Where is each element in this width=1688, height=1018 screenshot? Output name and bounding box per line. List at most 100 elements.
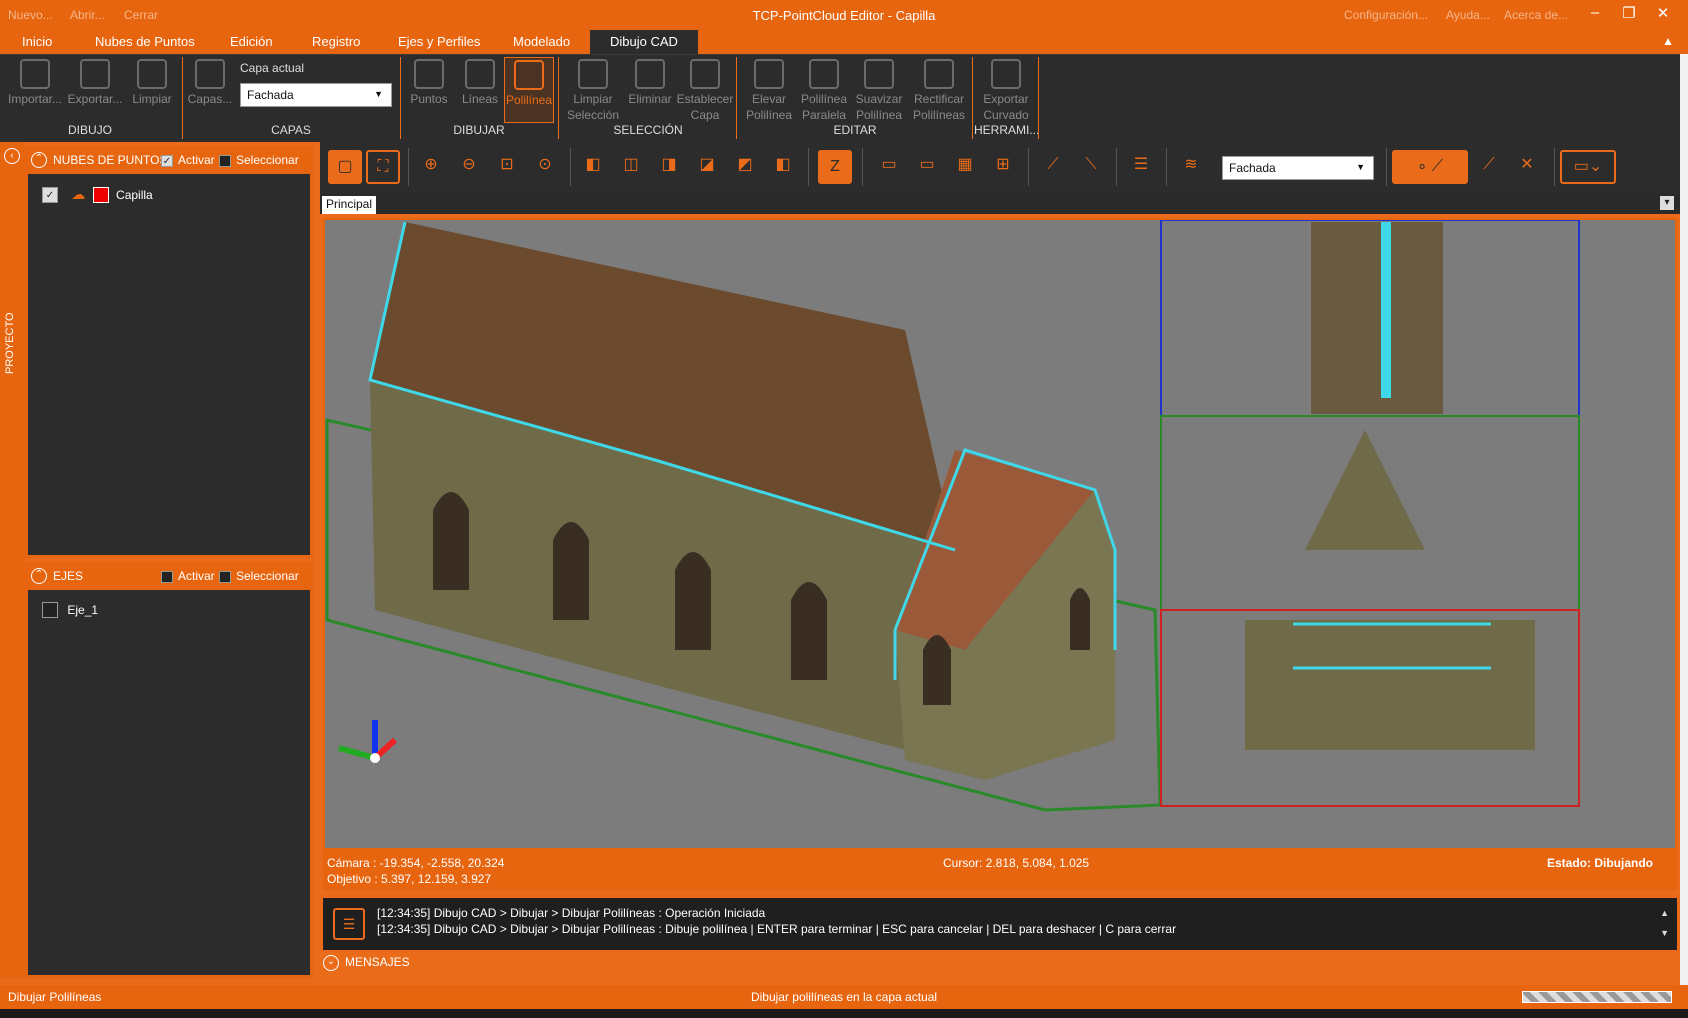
minimize-icon[interactable]: – xyxy=(1582,4,1608,21)
tab-principal[interactable]: Principal xyxy=(322,196,377,214)
polyline-button[interactable]: Polilínea xyxy=(504,57,554,123)
set-layer-label-1: Establecer xyxy=(676,92,734,106)
view-right-icon[interactable]: ◧ xyxy=(766,150,800,184)
no-entry-icon xyxy=(578,59,608,89)
taskbar-strip xyxy=(0,1009,1688,1018)
zoom-in-icon[interactable]: ⊕ xyxy=(414,150,448,184)
snap-mode-button[interactable]: ∘ ⟋ xyxy=(1392,150,1468,184)
point-list-icon[interactable]: ☰ xyxy=(1124,150,1158,184)
raise-polyline-button[interactable]: Elevar Polilínea xyxy=(742,57,796,123)
view-front-icon[interactable]: ◨ xyxy=(652,150,686,184)
parallel-polyline-button[interactable]: Polilínea Paralela xyxy=(798,57,850,123)
snap-line-icon[interactable]: ⟋ xyxy=(1472,150,1506,184)
collapse-ribbon-icon[interactable]: ▲ xyxy=(1662,34,1674,48)
vertical-scrollbar[interactable] xyxy=(1680,54,1688,985)
list-item[interactable]: ✓ ☁ Capilla xyxy=(42,186,153,203)
view-back-icon[interactable]: ◪ xyxy=(690,150,724,184)
list-item[interactable]: Eje_1 xyxy=(42,602,98,618)
group-seleccion: SELECCIÓN xyxy=(613,123,683,137)
scroll-down-icon[interactable]: ▼ xyxy=(1660,928,1669,938)
fit-view-button[interactable]: ⛶ xyxy=(366,150,400,184)
points-button[interactable]: Puntos xyxy=(404,57,454,107)
item-visible-checkbox[interactable] xyxy=(42,602,58,618)
tab-nubes-de-puntos[interactable]: Nubes de Puntos xyxy=(85,34,205,49)
tab-ejes-y-perfiles[interactable]: Ejes y Perfiles xyxy=(388,34,490,49)
activate-all-checkbox[interactable]: ✓ xyxy=(161,153,173,167)
lines-button[interactable]: Líneas xyxy=(456,57,504,107)
window-title: TCP-PointCloud Editor - Capilla xyxy=(752,8,936,23)
clear-selection-label-1: Limpiar xyxy=(573,92,613,106)
import-button[interactable]: Importar... xyxy=(6,57,64,107)
ribbon-separator xyxy=(558,57,559,139)
config-link[interactable]: Configuración... xyxy=(1344,8,1428,22)
target-readout: Objetivo : 5.397, 12.159, 3.927 xyxy=(327,872,492,886)
group-editar: EDITAR xyxy=(833,123,877,137)
smooth-polyline-button[interactable]: Suavizar Polilínea xyxy=(852,57,906,123)
axes-header: ⌃ EJES Activar Seleccionar xyxy=(25,562,313,590)
points-icon xyxy=(414,59,444,89)
restore-icon[interactable]: ❐ xyxy=(1616,4,1642,22)
ribbon-separator xyxy=(400,57,401,139)
tab-dibujo-cad[interactable]: Dibujo CAD xyxy=(590,30,698,54)
three-views-icon[interactable]: ▦ xyxy=(948,150,982,184)
color-swatch[interactable] xyxy=(92,186,109,203)
view-iso-icon[interactable]: ◧ xyxy=(576,150,610,184)
measure-tool-button[interactable]: ▭⌄ xyxy=(1560,150,1616,184)
export-curved-button[interactable]: Exportar Curvado xyxy=(976,57,1036,123)
message-line: [12:34:35] Dibujo CAD > Dibujar > Dibuja… xyxy=(377,922,1177,936)
project-label[interactable]: PROYECTO xyxy=(4,312,16,374)
current-layer-select[interactable]: Fachada ▼ xyxy=(240,83,392,107)
view-layer-select[interactable]: Fachada ▼ xyxy=(1222,156,1374,180)
collapse-left-icon[interactable]: ‹ xyxy=(4,148,20,164)
layers-icon[interactable]: ≋ xyxy=(1174,150,1208,184)
view-top-icon[interactable]: ◫ xyxy=(614,150,648,184)
export-button[interactable]: Exportar... xyxy=(66,57,124,107)
messages-header[interactable]: ⌄ MENSAJES xyxy=(323,955,410,971)
zoom-window-icon[interactable]: ⊡ xyxy=(490,150,524,184)
tab-menu-icon[interactable]: ▾ xyxy=(1660,196,1674,210)
point-clouds-list: ✓ ☁ Capilla xyxy=(25,174,313,558)
layers-button[interactable]: Capas... xyxy=(186,57,234,107)
four-views-icon[interactable]: ⊞ xyxy=(986,150,1020,184)
snap-point-icon[interactable]: ⟋ xyxy=(1036,150,1070,184)
item-visible-checkbox[interactable]: ✓ xyxy=(42,186,58,203)
tab-inicio[interactable]: Inicio xyxy=(12,34,62,49)
current-layer-label: Capa actual xyxy=(240,61,305,75)
set-layer-button[interactable]: Establecer Capa xyxy=(676,57,734,123)
collapse-up-icon[interactable]: ⌃ xyxy=(31,568,47,584)
snap-intersect-icon[interactable]: ✕ xyxy=(1510,150,1544,184)
clear-selection-button[interactable]: Limpiar Selección xyxy=(564,57,622,123)
delete-button[interactable]: Eliminar xyxy=(624,57,676,107)
frame-view-button[interactable]: ▢ xyxy=(328,150,362,184)
collapse-up-icon[interactable]: ⌃ xyxy=(31,152,47,168)
snap-end-icon[interactable]: ⟍ xyxy=(1074,150,1108,184)
axes-activate-checkbox[interactable] xyxy=(161,569,173,583)
rectify-polylines-button[interactable]: Rectificar Polilíneas xyxy=(908,57,970,123)
delete-label: Eliminar xyxy=(628,92,672,106)
select-label: Seleccionar xyxy=(236,153,299,167)
select-all-checkbox[interactable] xyxy=(219,153,231,167)
scroll-up-icon[interactable]: ▲ xyxy=(1660,908,1669,918)
about-link[interactable]: Acerca de... xyxy=(1504,8,1568,22)
tab-modelado[interactable]: Modelado xyxy=(503,34,580,49)
rectify-label-2: Polilíneas xyxy=(912,108,966,122)
collapse-down-icon[interactable]: ⌄ xyxy=(323,955,339,971)
tab-edicion[interactable]: Edición xyxy=(220,34,283,49)
zoom-out-icon[interactable]: ⊖ xyxy=(452,150,486,184)
3d-viewport[interactable] xyxy=(323,218,1677,850)
single-view-icon[interactable]: ▭ xyxy=(872,150,906,184)
clear-drawing-button[interactable]: Limpiar xyxy=(128,57,176,107)
ribbon-separator xyxy=(972,57,973,139)
zoom-extents-icon[interactable]: ⊙ xyxy=(528,150,562,184)
view-left-icon[interactable]: ◩ xyxy=(728,150,762,184)
tab-registro[interactable]: Registro xyxy=(302,34,370,49)
help-link[interactable]: Ayuda... xyxy=(1446,8,1490,22)
ribbon-separator xyxy=(1038,57,1039,139)
command-hint: Dibujar polilíneas en la capa actual xyxy=(750,990,938,1004)
message-list-icon[interactable]: ☰ xyxy=(333,908,365,940)
z-up-button[interactable]: Z xyxy=(818,150,852,184)
axes-select-checkbox[interactable] xyxy=(219,569,231,583)
menu-tabs: Inicio Nubes de Puntos Edición Registro … xyxy=(0,30,1688,54)
two-views-icon[interactable]: ▭ xyxy=(910,150,944,184)
close-icon[interactable]: ✕ xyxy=(1650,4,1676,22)
